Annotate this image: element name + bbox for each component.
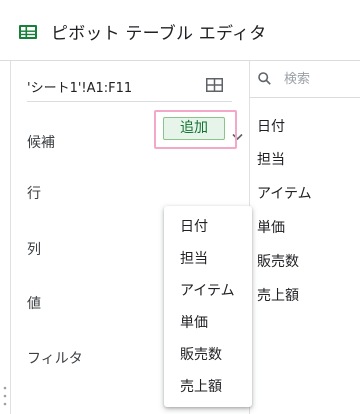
data-range-field[interactable]: 'シート1'!A1:F11 bbox=[27, 77, 132, 96]
field-item[interactable]: 販売数 bbox=[257, 251, 299, 271]
filters-label: フィルタ bbox=[27, 351, 83, 367]
field-search-row bbox=[250, 61, 360, 98]
field-list-pane: 日付 担当 アイテム 単価 販売数 売上額 bbox=[250, 61, 360, 414]
suggestions-label[interactable]: 候補 bbox=[27, 132, 55, 152]
menu-item-date[interactable]: 日付 bbox=[180, 216, 208, 236]
field-item[interactable]: 日付 bbox=[257, 116, 285, 136]
field-item[interactable]: アイテム bbox=[257, 183, 312, 203]
range-underline bbox=[27, 101, 232, 102]
menu-item-person[interactable]: 担当 bbox=[180, 248, 208, 268]
search-icon bbox=[258, 72, 271, 85]
menu-item-product[interactable]: アイテム bbox=[180, 280, 235, 300]
rows-label: 行 bbox=[27, 186, 41, 202]
columns-label: 列 bbox=[27, 242, 41, 258]
sheets-icon bbox=[19, 25, 37, 39]
select-range-grid-icon[interactable] bbox=[206, 78, 223, 92]
field-item[interactable]: 売上額 bbox=[257, 285, 299, 305]
add-rows-button[interactable]: 追加 bbox=[163, 117, 225, 140]
drag-handle-icon[interactable] bbox=[3, 384, 7, 412]
field-search-input[interactable] bbox=[284, 70, 354, 88]
page-title: ピボット テーブル エディタ bbox=[51, 24, 267, 44]
values-label: 値 bbox=[27, 296, 41, 312]
field-item[interactable]: 担当 bbox=[257, 149, 285, 169]
field-item[interactable]: 単価 bbox=[257, 217, 285, 237]
editor-header: ピボット テーブル エディタ bbox=[0, 0, 360, 61]
add-field-dropdown-menu: 日付 担当 アイテム 単価 販売数 売上額 bbox=[164, 206, 252, 407]
menu-item-unit-price[interactable]: 単価 bbox=[180, 312, 208, 332]
menu-item-sales-amount[interactable]: 売上額 bbox=[180, 376, 222, 396]
menu-item-quantity[interactable]: 販売数 bbox=[180, 344, 222, 364]
